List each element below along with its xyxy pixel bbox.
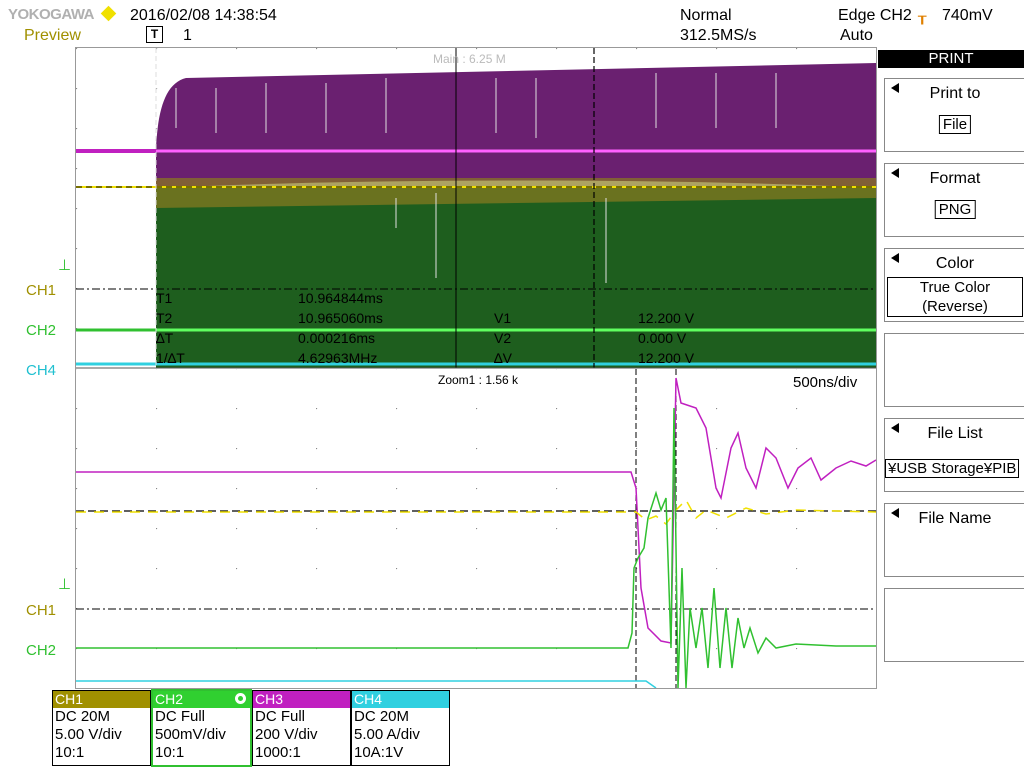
ch3-envelope [156, 63, 876, 188]
rising-edge-icon: ┰ [918, 8, 927, 24]
status-preview: Preview [24, 27, 81, 44]
waveform-display[interactable]: Main : 6.25 M T1 10.964844ms T2 10.96506… [75, 47, 877, 689]
ch1-marker-zoom: CH1 [26, 602, 57, 619]
trigger-position-icon: T [146, 26, 163, 43]
softkey-color[interactable]: Color True Color (Reverse) [884, 248, 1024, 322]
trigger-level-marker-zoom-icon: ⊥ [58, 576, 72, 593]
ch1-info[interactable]: CH1 DC 20M 5.00 V/div 10:1 [52, 690, 151, 766]
trigger-position-label: 1 [183, 27, 192, 44]
ch2-coupling: DC Full [155, 708, 206, 725]
main-window-label: Main : 6.25 M [433, 52, 506, 66]
softkey-value: PNG [934, 200, 976, 219]
ch3-scale: 200 V/div [255, 726, 318, 743]
ch4-scale: 5.00 A/div [354, 726, 420, 743]
cursor-dt-value: 0.000216ms [298, 330, 376, 346]
softkey-label: Color [935, 255, 975, 272]
zoom-timebase: 500ns/div [793, 374, 858, 391]
softkey-empty-2[interactable] [884, 588, 1024, 662]
cursor-t1-label: T1 [156, 290, 173, 306]
ch3-probe: 1000:1 [255, 744, 301, 761]
selected-radio-icon [235, 693, 246, 704]
ch4-marker-main: CH4 [26, 362, 57, 379]
trigger-source: Edge CH2 [838, 7, 912, 24]
softkey-empty-1[interactable] [884, 333, 1024, 407]
ch2-probe: 10:1 [155, 744, 185, 761]
trigger-level-marker-icon: ⊥ [58, 257, 72, 274]
softkey-label: Format [929, 170, 981, 187]
softkey-label: File List [927, 425, 983, 442]
cursor-dt-label: ∆T [156, 330, 174, 346]
softkey-file-name[interactable]: File Name [884, 503, 1024, 577]
ch2-marker-main: CH2 [26, 322, 57, 339]
softkey-value: True Color (Reverse) [887, 277, 1023, 317]
cursor-dv-label: ∆V [494, 350, 512, 366]
cursor-v1-label: V1 [494, 310, 512, 326]
zoom-window-label: Zoom1 : 1.56 k [438, 373, 519, 387]
ch3-coupling: DC Full [255, 708, 306, 725]
ch3-info[interactable]: CH3 DC Full 200 V/div 1000:1 [252, 690, 351, 766]
run-status-icon [100, 5, 117, 22]
trigger-level: 740mV [942, 7, 993, 24]
ch2-marker-zoom: CH2 [26, 642, 57, 659]
ch3-header: CH3 [253, 691, 350, 708]
ch1-scale: 5.00 V/div [55, 726, 122, 743]
softkey-label: Print to [929, 85, 981, 102]
ch1-header: CH1 [53, 691, 150, 708]
cursor-v1-value: 12.200 V [638, 310, 695, 326]
ch4-info[interactable]: CH4 DC 20M 5.00 A/div 10A:1V [351, 690, 450, 766]
ch1-coupling: DC 20M [55, 708, 111, 725]
cursor-t2-value: 10.965060ms [298, 310, 383, 326]
date-time: 2016/02/08 14:38:54 [130, 7, 277, 24]
cursor-v2-value: 0.000 V [638, 330, 687, 346]
ch4-header: CH4 [352, 691, 449, 708]
trigger-mode: Auto [840, 27, 873, 44]
ch2-envelope [156, 188, 876, 368]
softkey-label: File Name [918, 510, 992, 527]
sample-rate: 312.5MS/s [680, 27, 757, 44]
ch1-marker-main: CH1 [26, 282, 57, 299]
brand-logo: YOKOGAWA [8, 6, 95, 23]
ch2-info[interactable]: CH2 DC Full 500mV/div 10:1 [151, 689, 252, 767]
softkey-format[interactable]: Format PNG [884, 163, 1024, 237]
ch2-scale: 500mV/div [155, 726, 226, 743]
cursor-inv-value: 4.62963MHz [298, 350, 378, 366]
ch1-probe: 10:1 [55, 744, 85, 761]
softkey-file-list[interactable]: File List ¥USB Storage¥PIB [884, 418, 1024, 492]
cursor-v2-label: V2 [494, 330, 512, 346]
menu-title: PRINT [878, 50, 1024, 68]
acquisition-mode: Normal [680, 7, 732, 24]
ch4-coupling: DC 20M [354, 708, 410, 725]
waveform-svg [76, 48, 876, 688]
ch4-probe: 10A:1V [354, 744, 404, 761]
cursor-inv-label: 1/∆T [156, 350, 185, 366]
cursor-t2-label: T2 [156, 310, 173, 326]
zoom-grid [76, 369, 876, 688]
cursor-dv-value: 12.200 V [638, 350, 695, 366]
softkey-print-to[interactable]: Print to File [884, 78, 1024, 152]
cursor-t1-value: 10.964844ms [298, 290, 383, 306]
softkey-value: ¥USB Storage¥PIB [885, 459, 1020, 478]
softkey-value: File [938, 115, 972, 134]
